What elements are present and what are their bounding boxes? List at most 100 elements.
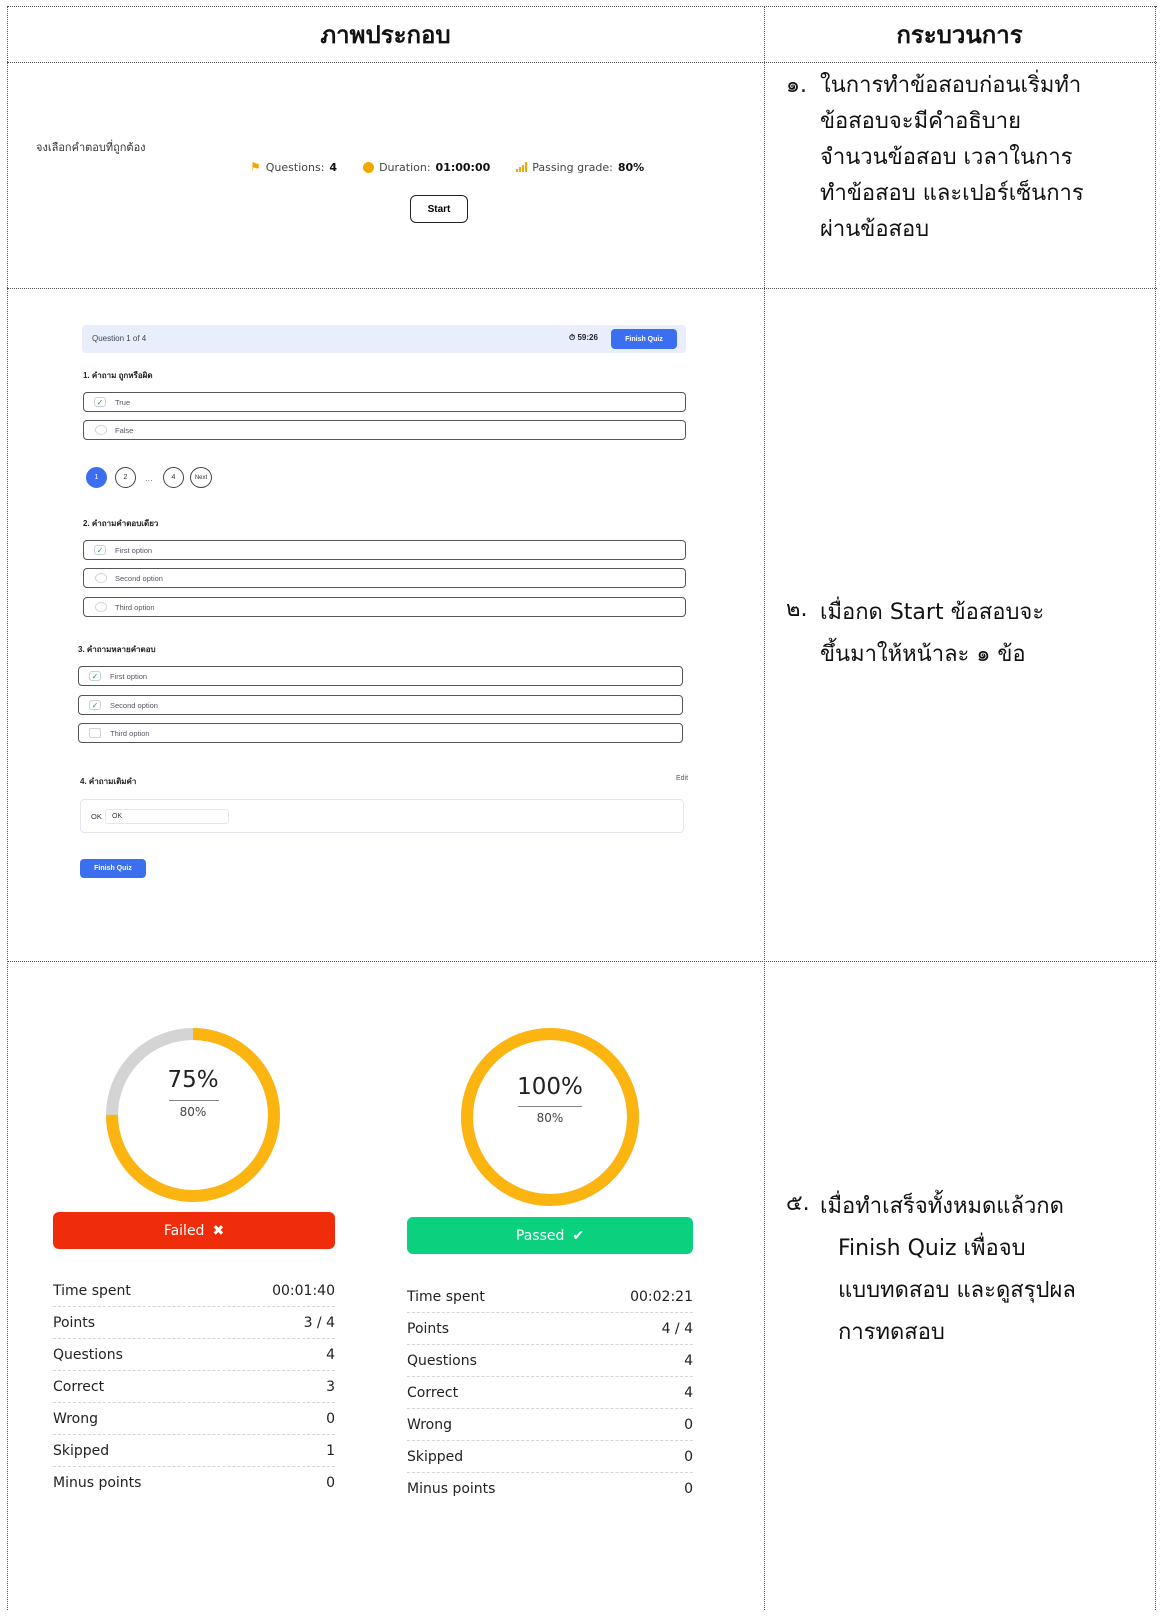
fill-in-prefix: OK: [91, 812, 102, 821]
start-button[interactable]: Start: [410, 195, 468, 223]
header-divider: [7, 62, 1157, 63]
q2-option-second[interactable]: Second option: [83, 568, 686, 588]
stat-row: Questions 4: [53, 1339, 335, 1371]
stat-value: 1: [326, 1442, 335, 1459]
stat-row: Time spent 00:01:40: [53, 1275, 335, 1307]
page-1-button[interactable]: 1: [86, 467, 107, 488]
pagination-ellipsis: ...: [145, 474, 153, 483]
duration-value: 01:00:00: [435, 160, 491, 174]
q2-option-third[interactable]: Third option: [83, 597, 686, 617]
stat-label: Points: [53, 1314, 96, 1331]
close-icon: ✖: [212, 1222, 225, 1239]
stat-row: Minus points 0: [407, 1473, 693, 1505]
failed-score-text: 75% 80%: [105, 1027, 281, 1203]
column-header-illustration: ภาพประกอบ: [320, 20, 451, 49]
quiz-timer: ⏱ 59:26: [569, 333, 598, 342]
finish-quiz-button-bottom[interactable]: Finish Quiz: [80, 859, 146, 878]
duration-label: Duration:: [379, 160, 431, 174]
stat-value: 4: [684, 1384, 693, 1401]
fill-in-input[interactable]: [105, 809, 229, 824]
checkbox-icon: [89, 728, 101, 738]
fill-in-answer-box: OK: [80, 799, 684, 833]
q3-option-second[interactable]: ✓ Second option: [78, 695, 683, 715]
passing-value: 80%: [617, 160, 645, 174]
passed-score-text: 100% 80%: [460, 1027, 640, 1207]
next-page-button[interactable]: Next: [190, 467, 212, 488]
stat-row: Minus points 0: [53, 1467, 335, 1499]
stat-value: 4: [326, 1346, 335, 1363]
stat-label: Minus points: [407, 1481, 496, 1497]
row2-divider: [7, 961, 1157, 962]
step-text-line: ทำข้อสอบ และเปอร์เซ็นการ: [820, 181, 1084, 206]
step-number: ๒.: [786, 597, 808, 622]
check-icon: ✓: [89, 671, 101, 681]
status-label: Passed: [515, 1227, 565, 1244]
q3-option-third[interactable]: Third option: [78, 723, 683, 743]
q1-option-false[interactable]: False: [83, 420, 686, 440]
stat-label: Wrong: [407, 1416, 452, 1433]
stat-label: Wrong: [53, 1410, 98, 1427]
step-text-line: จำนวนข้อสอบ เวลาในการ: [820, 145, 1073, 170]
questions-info: ⚑ Questions: 4: [250, 160, 337, 174]
passed-status-banner: Passed ✔: [407, 1217, 693, 1254]
questions-label: Questions:: [265, 160, 325, 174]
quiz-instruction: จงเลือกคำตอบที่ถูกต้อง: [36, 141, 146, 154]
check-icon: ✓: [94, 545, 106, 555]
step-text-line: การทดสอบ: [838, 1320, 945, 1345]
duration-info: Duration: 01:00:00: [363, 160, 490, 174]
option-label: Second option: [110, 701, 158, 710]
table-right-border: [1155, 6, 1156, 1610]
option-label: False: [115, 426, 134, 435]
option-label: Third option: [110, 729, 150, 738]
stat-row: Skipped 1: [53, 1435, 335, 1467]
passing-percent: 80%: [179, 1105, 207, 1119]
stat-value: 00:01:40: [272, 1282, 335, 1299]
signal-bars-icon: [516, 162, 528, 172]
stat-label: Correct: [407, 1384, 459, 1401]
stat-label: Questions: [53, 1346, 123, 1363]
stat-row: Points 3 / 4: [53, 1307, 335, 1339]
radio-icon: [95, 425, 107, 435]
stat-row: Correct 4: [407, 1377, 693, 1409]
step-text-line: แบบทดสอบ และดูสรุปผล: [838, 1278, 1076, 1303]
step-text-line: Finish Quiz เพื่อจบ: [838, 1236, 1026, 1261]
status-label: Failed: [163, 1222, 205, 1239]
stat-label: Time spent: [53, 1282, 131, 1299]
stat-label: Points: [407, 1320, 450, 1337]
questions-value: 4: [329, 160, 338, 174]
option-label: True: [115, 398, 131, 407]
stat-value: 0: [684, 1416, 693, 1433]
option-label: Second option: [115, 574, 163, 583]
finish-quiz-button-top[interactable]: Finish Quiz: [611, 329, 677, 349]
stat-row: Wrong 0: [407, 1409, 693, 1441]
row1-divider: [7, 288, 1157, 289]
passed-stats-list: Time spent 00:02:21 Points 4 / 4 Questions…: [407, 1281, 693, 1505]
check-icon: ✓: [94, 397, 106, 407]
stat-label: Minus points: [53, 1475, 142, 1491]
option-label: Third option: [115, 603, 155, 612]
stat-value: 3: [326, 1378, 335, 1395]
q1-option-true[interactable]: ✓ True: [83, 392, 686, 412]
table-left-border: [7, 6, 8, 1610]
question-progress-label: Question 1 of 4: [92, 334, 147, 343]
stat-value: 00:02:21: [630, 1288, 693, 1305]
column-header-process: กระบวนการ: [896, 20, 1023, 49]
step-number: ๑.: [786, 73, 807, 98]
stat-row: Wrong 0: [53, 1403, 335, 1435]
question-4-title: 4. คำถามเติมคำ: [80, 777, 137, 786]
edit-link[interactable]: Edit: [676, 775, 688, 782]
page-4-button[interactable]: 4: [163, 467, 184, 488]
q3-option-first[interactable]: ✓ First option: [78, 666, 683, 686]
check-icon: ✓: [89, 700, 101, 710]
quiz-info-bar: ⚑ Questions: 4 Duration: 01:00:00 Passin…: [250, 160, 644, 174]
q2-option-first[interactable]: ✓ First option: [83, 540, 686, 560]
step-text-line: เมื่อทำเสร็จทั้งหมดแล้วกด: [820, 1194, 1064, 1219]
question-3-title: 3. คำถามหลายคำตอบ: [78, 645, 156, 654]
passing-grade-info: Passing grade: 80%: [516, 160, 644, 174]
stat-value: 0: [684, 1448, 693, 1465]
step-text-line: ขึ้นมาให้หน้าละ ๑ ข้อ: [820, 642, 1026, 667]
stat-label: Correct: [53, 1378, 105, 1395]
stat-value: 4: [684, 1352, 693, 1369]
page-2-button[interactable]: 2: [115, 467, 136, 488]
question-1-title: 1. คำถาม ถูกหรือผิด: [83, 371, 153, 380]
